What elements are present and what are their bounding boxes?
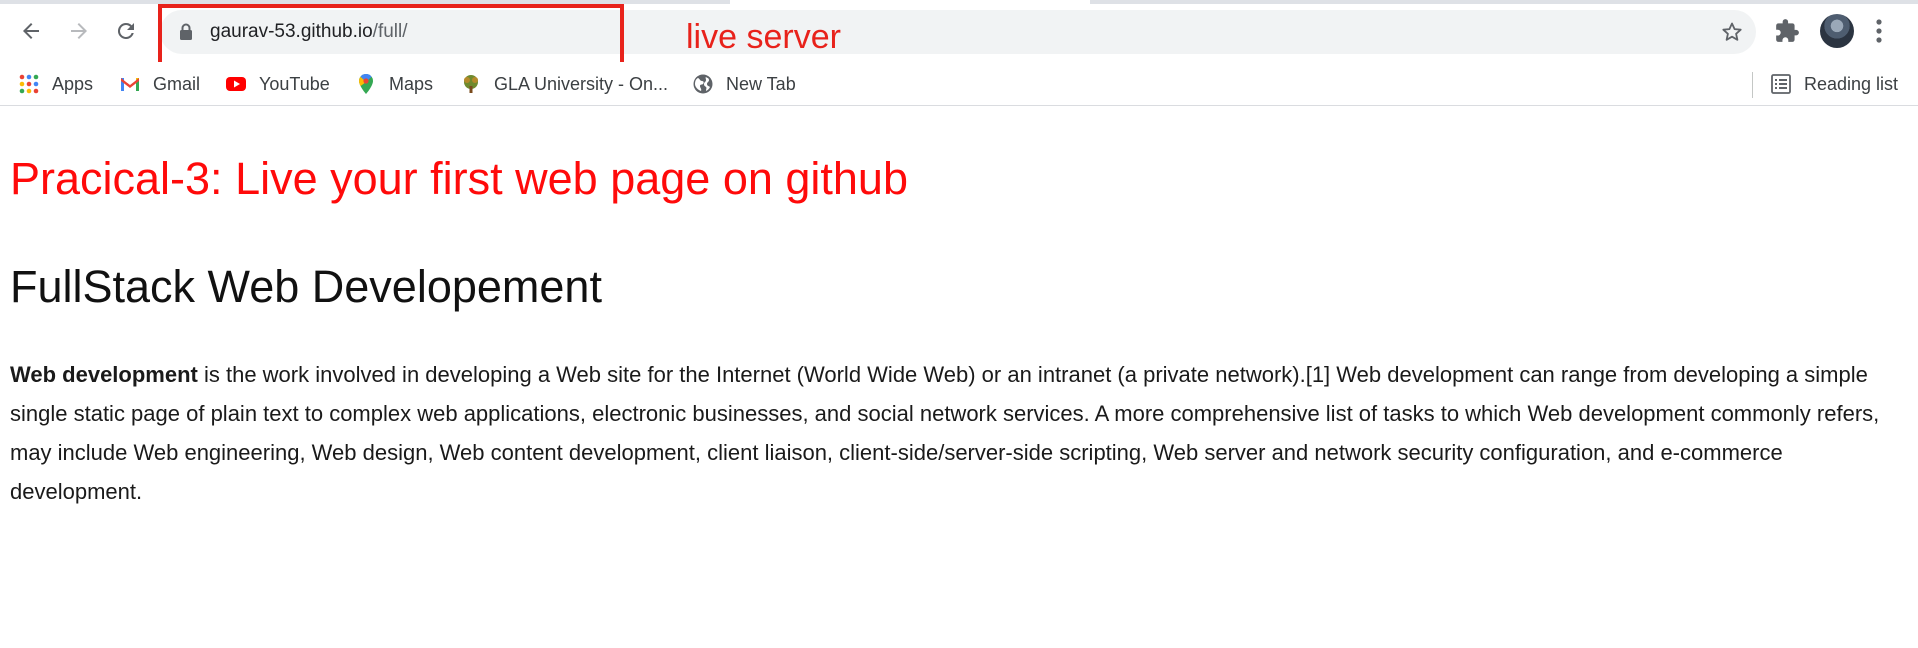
reading-list-icon [1771,74,1791,94]
page-paragraph: Web development is the work involved in … [10,355,1900,511]
bookmark-gmail[interactable]: Gmail [119,69,200,99]
bookmark-new-tab[interactable]: New Tab [692,69,796,99]
browser-toolbar: gaurav-53.github.io/full/ live server [0,0,1918,66]
bookmark-apps[interactable]: Apps [18,69,93,99]
reload-icon [117,22,134,39]
star-icon[interactable] [1720,20,1744,44]
maps-pin-icon [359,74,373,94]
bookmark-gla-university[interactable]: GLA University - On... [460,69,668,99]
apps-grid-icon [19,74,39,94]
bookmark-label: Gmail [153,73,201,94]
bookmarks-bar: Apps Gmail YouTube Maps GLA University -… [0,62,1918,106]
puzzle-icon[interactable] [1774,18,1800,44]
reading-list-label: Reading list [1804,73,1899,94]
bookmark-label: New Tab [726,73,796,94]
reading-list-button[interactable]: Reading list [1770,69,1898,99]
web-page-content: Pracical-3: Live your first web page on … [0,107,1918,648]
youtube-icon [226,77,246,91]
arrow-left-icon [23,23,39,39]
bookmark-label: YouTube [259,73,330,94]
page-heading: Pracical-3: Live your first web page on … [10,153,908,204]
forward-button[interactable] [60,12,98,50]
globe-icon [693,74,713,94]
paragraph-body: is the work involved in developing a Web… [10,362,1880,504]
reload-button[interactable] [107,12,145,50]
bookmark-label: GLA University - On... [494,73,669,94]
arrow-right-icon [71,23,87,39]
kebab-menu-icon[interactable] [1874,18,1884,44]
active-tab[interactable] [730,0,1090,4]
bookmarks-divider [1752,72,1753,98]
gla-logo-icon [464,75,478,93]
annotation-label: live server [686,18,841,56]
gmail-icon [121,78,139,91]
profile-avatar[interactable] [1820,14,1854,48]
page-subheading: FullStack Web Developement [10,261,602,312]
bookmark-label: Apps [52,73,94,94]
bookmark-youtube[interactable]: YouTube [225,69,330,99]
back-button[interactable] [12,12,50,50]
annotation-highlight-box [158,4,624,66]
bookmark-label: Maps [389,73,434,94]
paragraph-bold-term: Web development [10,362,198,387]
bookmark-maps[interactable]: Maps [355,69,433,99]
